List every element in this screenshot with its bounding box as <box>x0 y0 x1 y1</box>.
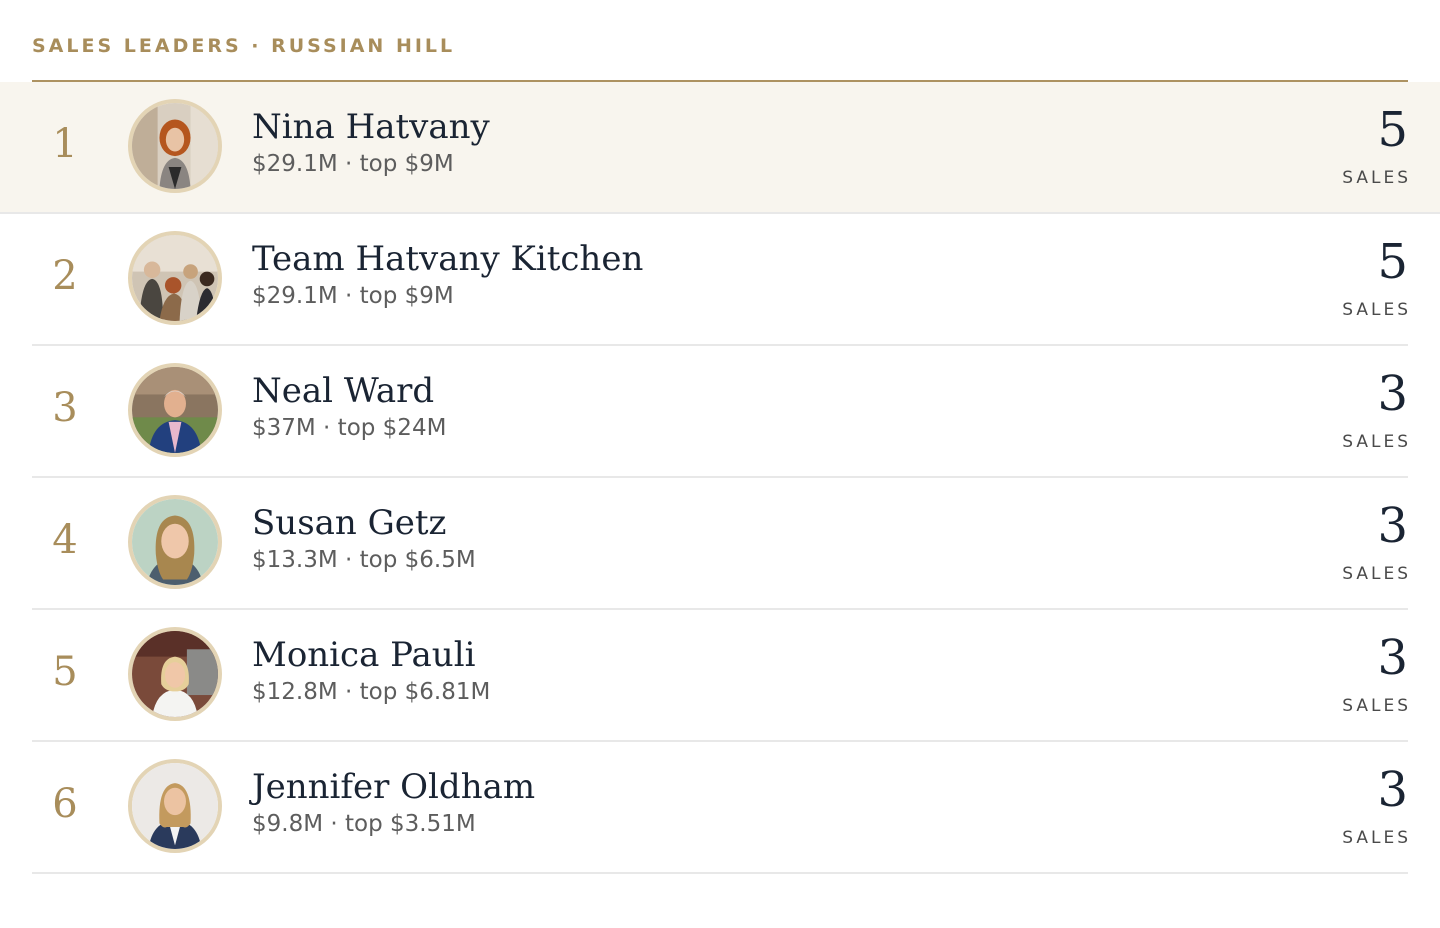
sales-count-value: 5 <box>1377 102 1408 158</box>
sales-count-value: 3 <box>1377 498 1408 554</box>
avatar <box>128 495 222 589</box>
leader-row-1[interactable]: 1 Nina Hatvany $29.1M · top $9M 5 SALES <box>0 82 1440 214</box>
avatar <box>128 627 222 721</box>
leader-info: Neal Ward $37M · top $24M <box>252 372 447 442</box>
sales-count: 5 SALES <box>1342 106 1408 188</box>
leader-info: Susan Getz $13.3M · top $6.5M <box>252 504 476 574</box>
group-photo-icon <box>132 235 218 321</box>
portrait-photo-icon <box>132 103 218 189</box>
sales-count-value: 5 <box>1377 234 1408 290</box>
portrait-photo-icon <box>132 763 218 849</box>
sales-count: 3 SALES <box>1342 766 1408 848</box>
leader-info: Monica Pauli $12.8M · top $6.81M <box>252 636 491 706</box>
leader-row-5[interactable]: 5 Monica Pauli $12.8M · top $6.81M 3 SAL… <box>32 610 1408 742</box>
sales-count-label: SALES <box>1342 432 1411 452</box>
leader-name[interactable]: Monica Pauli <box>252 636 490 674</box>
leader-name[interactable]: Jennifer Oldham <box>252 768 535 806</box>
sales-count-value: 3 <box>1377 630 1408 686</box>
leader-name[interactable]: Susan Getz <box>252 504 476 542</box>
leader-name[interactable]: Neal Ward <box>252 372 446 410</box>
leader-row-6[interactable]: 6 Jennifer Oldham $9.8M · top $3.51M 3 S… <box>32 742 1408 874</box>
leader-stats: $9.8M · top $3.51M <box>252 811 476 838</box>
sales-count: 3 SALES <box>1342 370 1408 452</box>
avatar <box>128 231 222 325</box>
leader-stats: $29.1M · top $9M <box>252 151 454 178</box>
sales-leaders-panel: SALES LEADERS · RUSSIAN HILL 1 Nina Hatv… <box>0 0 1440 874</box>
rank-number: 5 <box>52 649 78 695</box>
avatar <box>128 363 222 457</box>
leader-info: Jennifer Oldham $9.8M · top $3.51M <box>252 768 535 838</box>
sales-count: 5 SALES <box>1342 238 1408 320</box>
leader-name[interactable]: Nina Hatvany <box>252 108 490 146</box>
leaders-list: 1 Nina Hatvany $29.1M · top $9M 5 SALES … <box>0 82 1440 874</box>
leader-info: Nina Hatvany $29.1M · top $9M <box>252 108 490 178</box>
portrait-photo-icon <box>132 499 218 585</box>
avatar <box>128 759 222 853</box>
leader-row-4[interactable]: 4 Susan Getz $13.3M · top $6.5M 3 SALES <box>32 478 1408 610</box>
portrait-photo-icon <box>132 367 218 453</box>
portrait-photo-icon <box>132 631 218 717</box>
rank-number: 1 <box>52 121 78 167</box>
panel-heading: SALES LEADERS · RUSSIAN HILL <box>32 0 1408 82</box>
sales-count: 3 SALES <box>1342 634 1408 716</box>
rank-number: 3 <box>52 385 78 431</box>
leader-name[interactable]: Team Hatvany Kitchen <box>252 240 643 278</box>
avatar <box>128 99 222 193</box>
panel-title: SALES LEADERS · RUSSIAN HILL <box>32 35 456 57</box>
leader-stats: $12.8M · top $6.81M <box>252 679 491 706</box>
rank-number: 4 <box>52 517 78 563</box>
sales-count-label: SALES <box>1342 300 1411 320</box>
leader-info: Team Hatvany Kitchen $29.1M · top $9M <box>252 240 643 310</box>
leader-stats: $13.3M · top $6.5M <box>252 547 476 574</box>
sales-count: 3 SALES <box>1342 502 1408 584</box>
leader-row-2[interactable]: 2 Team Hatvany Kitchen $29.1M · top $9M … <box>32 214 1408 346</box>
sales-count-label: SALES <box>1342 828 1411 848</box>
sales-count-label: SALES <box>1342 564 1411 584</box>
sales-count-label: SALES <box>1342 168 1411 188</box>
sales-count-value: 3 <box>1377 366 1408 422</box>
sales-count-value: 3 <box>1377 762 1408 818</box>
leader-row-3[interactable]: 3 Neal Ward $37M · top $24M 3 SALES <box>32 346 1408 478</box>
leader-stats: $29.1M · top $9M <box>252 283 454 310</box>
rank-number: 2 <box>52 253 78 299</box>
rank-number: 6 <box>52 781 78 827</box>
sales-count-label: SALES <box>1342 696 1411 716</box>
leader-stats: $37M · top $24M <box>252 415 447 442</box>
